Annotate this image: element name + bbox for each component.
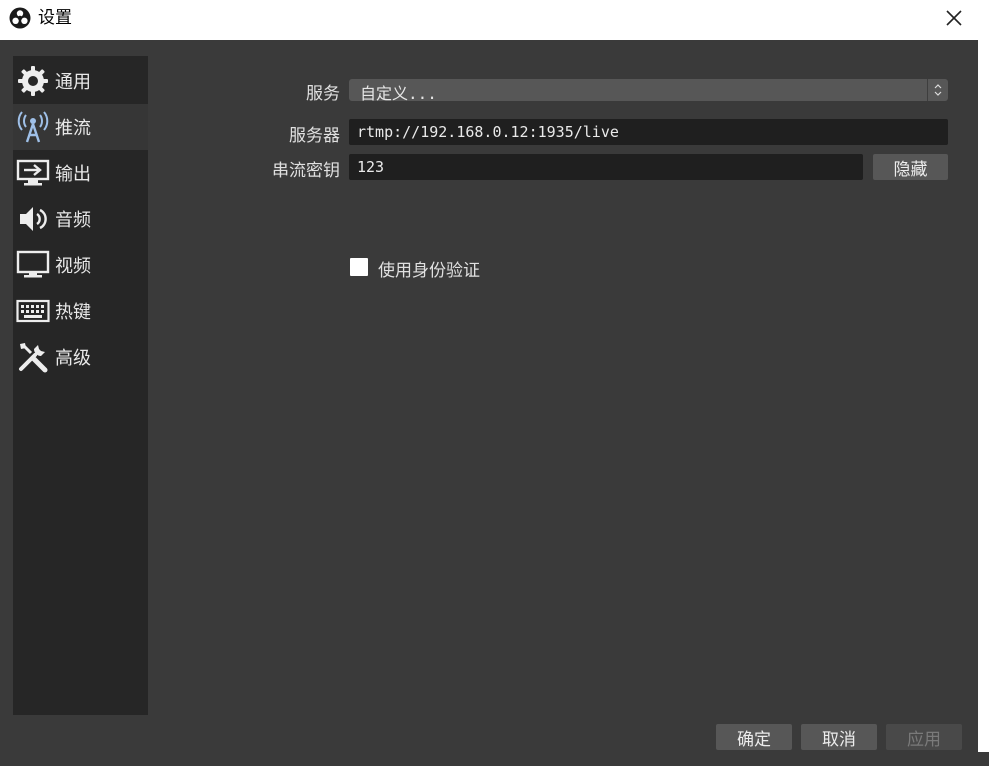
service-select[interactable]: 自定义... xyxy=(349,79,948,103)
sidebar-item-label: 音频 xyxy=(55,210,91,231)
chevron-updown-icon xyxy=(927,79,948,101)
monitor-icon xyxy=(16,248,50,282)
settings-sidebar: 通用 推流 输出 音频 视频 热键 高级 xyxy=(13,56,148,715)
title-bar: 设置 xyxy=(0,0,978,40)
close-icon[interactable] xyxy=(940,4,968,32)
use-auth-checkbox[interactable] xyxy=(350,258,368,276)
sidebar-item-label: 输出 xyxy=(55,164,91,185)
output-icon xyxy=(16,156,50,190)
sidebar-item-video[interactable]: 视频 xyxy=(13,242,148,288)
sidebar-item-label: 视频 xyxy=(55,256,91,277)
sidebar-item-audio[interactable]: 音频 xyxy=(13,196,148,242)
sidebar-item-hotkeys[interactable]: 热键 xyxy=(13,288,148,334)
sidebar-item-label: 高级 xyxy=(55,348,91,369)
sidebar-item-general[interactable]: 通用 xyxy=(13,58,148,104)
sidebar-item-label: 通用 xyxy=(55,72,91,93)
settings-window: 设置 通用 推流 输出 音频 视频 热键 高级 服务 自定义... 服务器 rt… xyxy=(0,0,978,766)
antenna-icon xyxy=(16,110,50,144)
window-edge xyxy=(978,0,989,766)
tools-icon xyxy=(16,340,50,374)
ok-button[interactable]: 确定 xyxy=(716,724,792,750)
keyboard-icon xyxy=(16,294,50,328)
stream-key-label: 串流密钥 xyxy=(272,161,340,181)
obs-logo-icon xyxy=(9,7,31,29)
background-window-corner xyxy=(978,752,989,766)
gear-icon xyxy=(16,64,50,98)
apply-button[interactable]: 应用 xyxy=(886,724,962,750)
hide-key-button[interactable]: 隐藏 xyxy=(873,154,948,180)
stream-key-input[interactable]: 123 xyxy=(349,154,863,180)
server-label: 服务器 xyxy=(289,126,340,146)
cancel-button[interactable]: 取消 xyxy=(801,724,877,750)
sidebar-item-label: 推流 xyxy=(55,118,91,139)
sidebar-item-label: 热键 xyxy=(55,302,91,323)
sidebar-item-output[interactable]: 输出 xyxy=(13,150,148,196)
sidebar-item-advanced[interactable]: 高级 xyxy=(13,334,148,380)
server-input[interactable]: rtmp://192.168.0.12:1935/live xyxy=(349,119,948,145)
service-label: 服务 xyxy=(306,84,340,104)
sidebar-item-stream[interactable]: 推流 xyxy=(13,104,148,150)
window-title: 设置 xyxy=(38,8,72,28)
service-select-value: 自定义... xyxy=(360,84,437,103)
use-auth-label: 使用身份验证 xyxy=(378,261,480,281)
speaker-icon xyxy=(16,202,50,236)
